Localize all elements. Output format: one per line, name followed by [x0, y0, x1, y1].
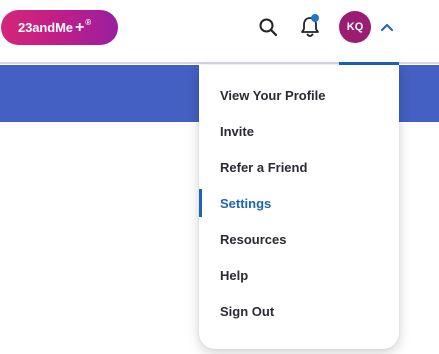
menu-item-settings[interactable]: Settings [199, 185, 399, 221]
menu-item-label: View Your Profile [220, 87, 326, 103]
account-dropdown-menu: View Your Profile Invite Refer a Friend … [199, 65, 399, 349]
menu-item-refer-friend[interactable]: Refer a Friend [199, 149, 399, 185]
menu-item-label: Invite [220, 123, 254, 139]
menu-item-label: Help [220, 267, 249, 283]
menu-item-label: Sign Out [220, 303, 275, 319]
search-icon [259, 18, 278, 37]
brand-registered-mark: ® [85, 18, 91, 27]
menu-item-label: Refer a Friend [220, 159, 308, 175]
menu-item-help[interactable]: Help [199, 257, 399, 293]
menu-item-label: Settings [220, 195, 272, 211]
brand-plus: + [74, 18, 85, 36]
menu-item-resources[interactable]: Resources [199, 221, 399, 257]
brand-logo-button[interactable]: 23andMe + ® [1, 10, 118, 45]
menu-item-label: Resources [220, 231, 287, 247]
chevron-up-icon [381, 24, 393, 31]
account-menu-toggle[interactable] [377, 17, 397, 37]
menu-item-view-profile[interactable]: View Your Profile [199, 77, 399, 113]
top-navigation-bar: 23andMe + ® KQ [0, 0, 439, 62]
menu-item-invite[interactable]: Invite [199, 113, 399, 149]
menu-item-sign-out[interactable]: Sign Out [199, 293, 399, 329]
notification-badge [311, 14, 319, 22]
user-avatar[interactable]: KQ [339, 11, 371, 43]
avatar-initials: KQ [346, 21, 364, 33]
brand-name: 23andMe [18, 20, 73, 35]
search-button[interactable] [256, 15, 280, 39]
notifications-button[interactable] [297, 14, 323, 40]
